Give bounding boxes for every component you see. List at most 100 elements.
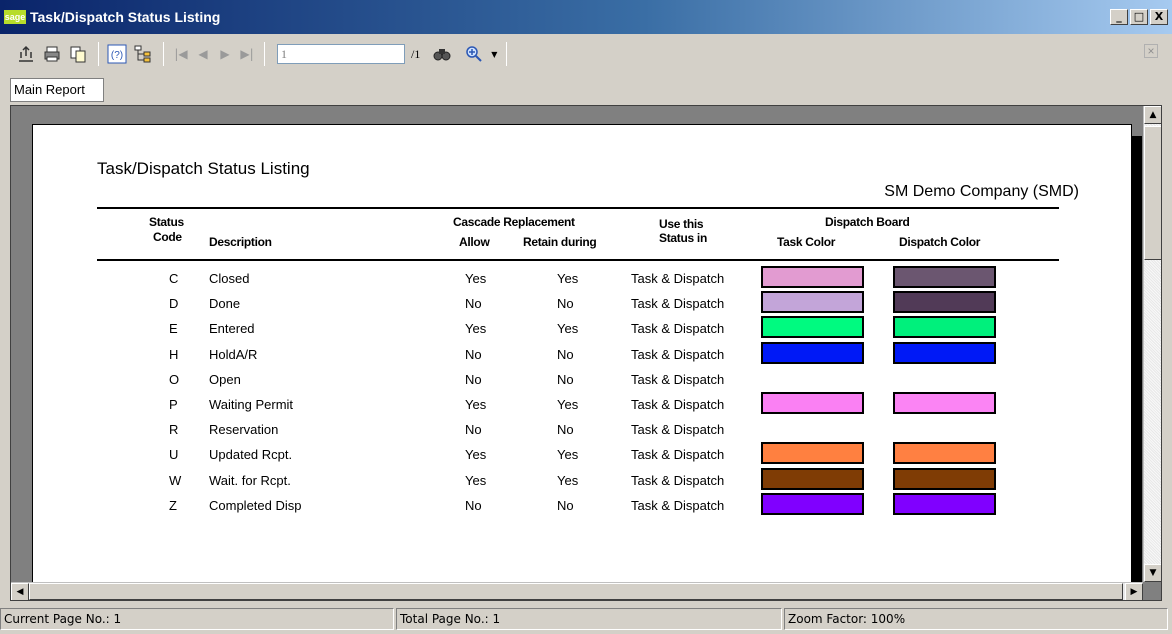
- dispatch-color-swatch: [893, 492, 996, 515]
- cell-status-code: D: [169, 296, 179, 312]
- scroll-down-icon[interactable]: ▼: [1144, 564, 1161, 582]
- close-panel-icon[interactable]: ×: [1144, 44, 1158, 58]
- header-description: Description: [209, 235, 272, 249]
- cell-status-code: H: [169, 346, 179, 362]
- dispatch-color-swatch: [893, 316, 996, 339]
- scroll-left-icon[interactable]: ◀: [11, 583, 29, 600]
- cell-description: Closed: [209, 271, 250, 286]
- task-color-swatch: [761, 492, 864, 515]
- cell-allow: No: [465, 497, 482, 513]
- toolbar-separator: [506, 42, 508, 66]
- close-button[interactable]: X: [1150, 9, 1168, 25]
- search-icon[interactable]: [430, 42, 454, 66]
- cell-description: HoldA/R: [209, 346, 258, 362]
- cell-description: Wait. for Rcpt.: [209, 472, 291, 488]
- cell-status-code: W: [169, 472, 182, 488]
- task-color-swatch: [761, 392, 864, 414]
- header-cascade: Cascade Replacement: [453, 215, 575, 229]
- cell-retain: Yes: [557, 271, 579, 286]
- dispatch-color-swatch: [893, 392, 996, 414]
- header-task-color: Task Color: [777, 235, 836, 249]
- tab-main-report[interactable]: Main Report: [10, 78, 104, 102]
- report-page: Task/Dispatch Status Listing SM Demo Com…: [32, 124, 1132, 594]
- task-color-swatch: [761, 442, 864, 465]
- cell-allow: Yes: [465, 447, 487, 463]
- window-title: Task/Dispatch Status Listing: [30, 9, 221, 25]
- cell-use-in: Task & Dispatch: [631, 497, 725, 513]
- export-icon[interactable]: [14, 42, 38, 66]
- dispatch-color-swatch: [893, 341, 996, 364]
- dispatch-color-swatch: [893, 291, 996, 314]
- cell-use-in: Task & Dispatch: [631, 447, 725, 463]
- status-bar: Current Page No.: 1 Total Page No.: 1 Zo…: [0, 608, 1172, 634]
- scroll-up-icon[interactable]: ▲: [1144, 106, 1161, 124]
- header-dispatch-board: Dispatch Board: [825, 215, 910, 229]
- cell-description: Completed Disp: [209, 497, 302, 513]
- cell-description: Open: [209, 371, 241, 387]
- toolbar-separator: [98, 42, 99, 66]
- cell-status-code: R: [169, 422, 179, 438]
- task-color-swatch: [761, 467, 864, 490]
- group-tree-icon[interactable]: [131, 42, 155, 66]
- zoom-icon[interactable]: [462, 42, 486, 66]
- scroll-right-icon[interactable]: ▶: [1125, 583, 1143, 600]
- last-page-icon[interactable]: ▶|: [236, 47, 258, 61]
- cell-status-code: E: [169, 321, 178, 337]
- copy-icon[interactable]: [66, 42, 90, 66]
- vertical-scroll-thumb[interactable]: [1144, 126, 1161, 260]
- cell-retain: Yes: [557, 321, 579, 337]
- header-use-this: Use this: [659, 217, 704, 231]
- cell-retain: No: [557, 371, 574, 387]
- next-page-icon[interactable]: ▶: [214, 47, 236, 61]
- cell-use-in: Task & Dispatch: [631, 296, 725, 312]
- total-page-status: Total Page No.: 1: [396, 608, 782, 630]
- cell-use-in: Task & Dispatch: [631, 346, 725, 362]
- svg-text:(?): (?): [111, 50, 123, 61]
- header-rule-bottom: [97, 259, 1059, 261]
- prev-page-icon[interactable]: ◀: [192, 47, 214, 61]
- header-rule-top: [97, 207, 1059, 209]
- cell-use-in: Task & Dispatch: [631, 271, 725, 286]
- page-total-label: /1: [411, 46, 421, 61]
- task-color-swatch: [761, 341, 864, 364]
- cell-description: Done: [209, 296, 241, 312]
- cell-retain: No: [557, 296, 574, 312]
- horizontal-scrollbar[interactable]: ◀ ▶: [11, 582, 1143, 600]
- report-title: Task/Dispatch Status Listing: [97, 159, 310, 178]
- toolbar-separator: [264, 42, 265, 66]
- cell-use-in: Task & Dispatch: [631, 371, 725, 387]
- cell-status-code: Z: [169, 497, 177, 513]
- cell-retain: Yes: [557, 447, 579, 463]
- dispatch-color-swatch: [893, 266, 996, 288]
- help-icon[interactable]: (?): [105, 42, 129, 66]
- cell-status-code: C: [169, 271, 179, 286]
- zoom-status: Zoom Factor: 100%: [784, 608, 1168, 630]
- cell-use-in: Task & Dispatch: [631, 321, 725, 337]
- window-controls: _ □ X: [1110, 9, 1168, 25]
- zoom-dropdown-icon[interactable]: ▼: [488, 50, 500, 59]
- cell-description: Entered: [209, 321, 255, 337]
- vertical-scrollbar[interactable]: ▲ ▼: [1143, 106, 1161, 582]
- cell-allow: No: [465, 296, 482, 312]
- minimize-button[interactable]: _: [1110, 9, 1128, 25]
- cell-allow: Yes: [465, 397, 487, 412]
- report-toolbar: (?) |◀ ◀ ▶ ▶| 1 /1 ▼ ×: [0, 34, 1172, 74]
- first-page-icon[interactable]: |◀: [170, 47, 192, 61]
- page-number-input[interactable]: 1: [277, 44, 405, 64]
- horizontal-scroll-thumb[interactable]: [29, 583, 1123, 600]
- header-retain: Retain during: [523, 235, 597, 249]
- company-name: SM Demo Company (SMD): [884, 183, 1079, 200]
- cell-retain: No: [557, 346, 574, 362]
- task-color-swatch: [761, 266, 864, 288]
- print-icon[interactable]: [40, 42, 64, 66]
- cell-allow: No: [465, 422, 482, 438]
- cell-use-in: Task & Dispatch: [631, 422, 725, 438]
- cell-description: Updated Rcpt.: [209, 447, 293, 463]
- cell-description: Reservation: [209, 422, 279, 438]
- header-dispatch-color: Dispatch Color: [899, 235, 981, 249]
- maximize-button[interactable]: □: [1130, 9, 1148, 25]
- cell-description: Waiting Permit: [209, 397, 294, 412]
- cell-allow: Yes: [465, 271, 487, 286]
- cell-status-code: U: [169, 447, 179, 463]
- header-allow: Allow: [459, 235, 490, 249]
